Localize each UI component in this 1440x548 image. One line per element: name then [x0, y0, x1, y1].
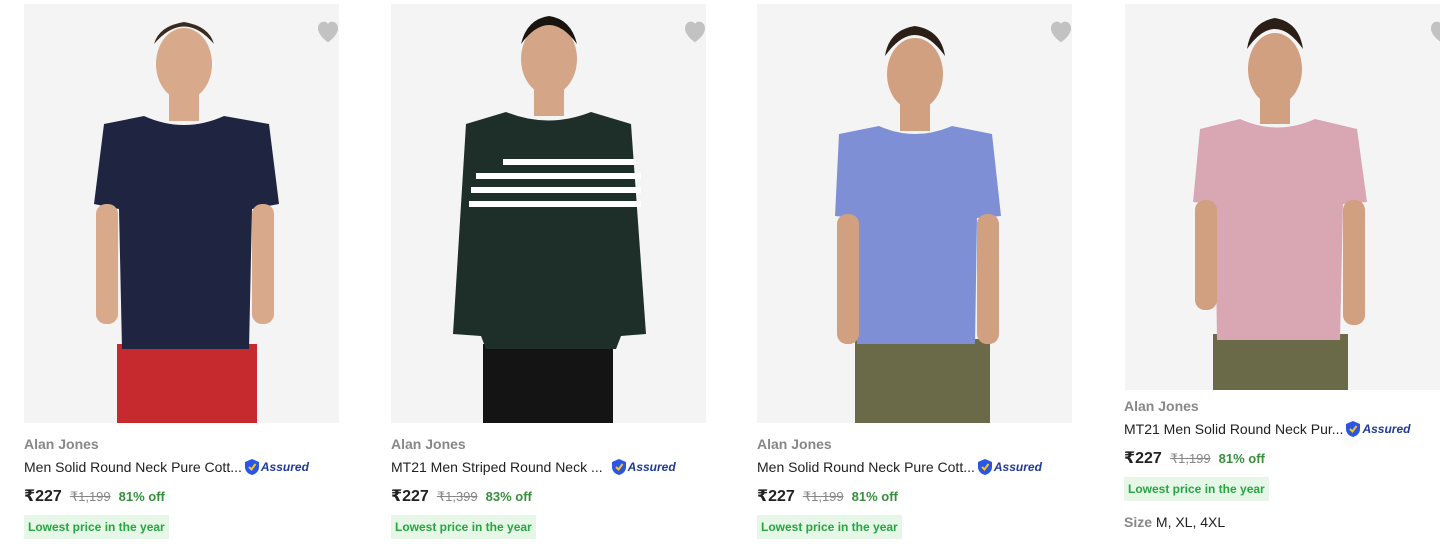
- product-card[interactable]: Alan Jones MT21 Men Solid Round Neck Pur…: [1124, 0, 1440, 530]
- product-title[interactable]: Men Solid Round Neck Pure Cott...: [757, 459, 975, 475]
- pants-shape: [483, 344, 613, 423]
- assured-label: Assured: [627, 460, 676, 474]
- selling-price: ₹227: [1124, 450, 1162, 467]
- assured-shield-icon: [611, 459, 626, 475]
- product-image[interactable]: [1125, 4, 1440, 390]
- original-price: ₹1,199: [802, 489, 844, 504]
- product-info: Alan Jones Men Solid Round Neck Pure Cot…: [757, 435, 1042, 539]
- product-image[interactable]: [757, 4, 1072, 423]
- assured-shield-icon: [1346, 421, 1361, 437]
- brand-name: Alan Jones: [757, 436, 832, 452]
- product-image[interactable]: [24, 4, 339, 423]
- pants-shape: [1213, 334, 1348, 390]
- brand-name: Alan Jones: [391, 436, 466, 452]
- discount-percent: 81% off: [118, 489, 165, 504]
- product-info: Alan Jones MT21 Men Solid Round Neck Pur…: [1124, 397, 1410, 530]
- product-image[interactable]: [391, 4, 706, 423]
- lowest-price-badge: Lowest price in the year: [757, 515, 902, 539]
- shirt-shape: [453, 112, 646, 349]
- size-options: Size M, XL, 4XL: [1124, 514, 1410, 530]
- brand-name: Alan Jones: [24, 436, 99, 452]
- assured-label: Assured: [260, 460, 309, 474]
- product-info: Alan Jones MT21 Men Striped Round Neck .…: [391, 435, 676, 539]
- assured-shield-icon: [977, 459, 992, 475]
- lowest-price-badge: Lowest price in the year: [391, 515, 536, 539]
- assured-label: Assured: [1362, 422, 1411, 436]
- heart-icon[interactable]: [313, 16, 339, 46]
- product-card[interactable]: Alan Jones Men Solid Round Neck Pure Cot…: [24, 0, 364, 539]
- assured-badge: Assured: [977, 458, 1042, 476]
- product-photo: [1125, 4, 1440, 390]
- assured-shield-icon: [244, 459, 259, 475]
- product-info: Alan Jones Men Solid Round Neck Pure Cot…: [24, 435, 309, 539]
- product-card[interactable]: Alan Jones MT21 Men Striped Round Neck .…: [391, 0, 731, 539]
- selling-price: ₹227: [24, 488, 62, 505]
- lowest-price-badge: Lowest price in the year: [24, 515, 169, 539]
- lowest-price-badge: Lowest price in the year: [1124, 477, 1269, 501]
- selling-price: ₹227: [391, 488, 429, 505]
- discount-percent: 81% off: [1218, 451, 1265, 466]
- product-title[interactable]: Men Solid Round Neck Pure Cott...: [24, 459, 242, 475]
- heart-icon[interactable]: [1426, 16, 1440, 46]
- discount-percent: 83% off: [485, 489, 532, 504]
- assured-label: Assured: [993, 460, 1042, 474]
- heart-icon[interactable]: [1046, 16, 1072, 46]
- size-values: M, XL, 4XL: [1155, 514, 1226, 530]
- assured-badge: Assured: [1345, 420, 1410, 438]
- product-photo: [757, 4, 1072, 423]
- size-label: Size: [1124, 514, 1153, 530]
- heart-icon[interactable]: [680, 16, 706, 46]
- discount-percent: 81% off: [851, 489, 898, 504]
- original-price: ₹1,199: [1169, 451, 1211, 466]
- pants-shape: [117, 344, 257, 423]
- product-photo: [391, 4, 706, 423]
- product-title[interactable]: MT21 Men Striped Round Neck ...: [391, 459, 603, 475]
- assured-badge: Assured: [611, 458, 676, 476]
- original-price: ₹1,199: [69, 489, 111, 504]
- brand-name: Alan Jones: [1124, 398, 1199, 414]
- product-photo: [24, 4, 339, 423]
- product-card[interactable]: Alan Jones Men Solid Round Neck Pure Cot…: [757, 0, 1097, 539]
- product-grid: Alan Jones Men Solid Round Neck Pure Cot…: [0, 0, 1440, 548]
- assured-badge: Assured: [244, 458, 309, 476]
- selling-price: ₹227: [757, 488, 795, 505]
- product-title[interactable]: MT21 Men Solid Round Neck Pur...: [1124, 421, 1343, 437]
- original-price: ₹1,399: [436, 489, 478, 504]
- pants-shape: [855, 339, 990, 423]
